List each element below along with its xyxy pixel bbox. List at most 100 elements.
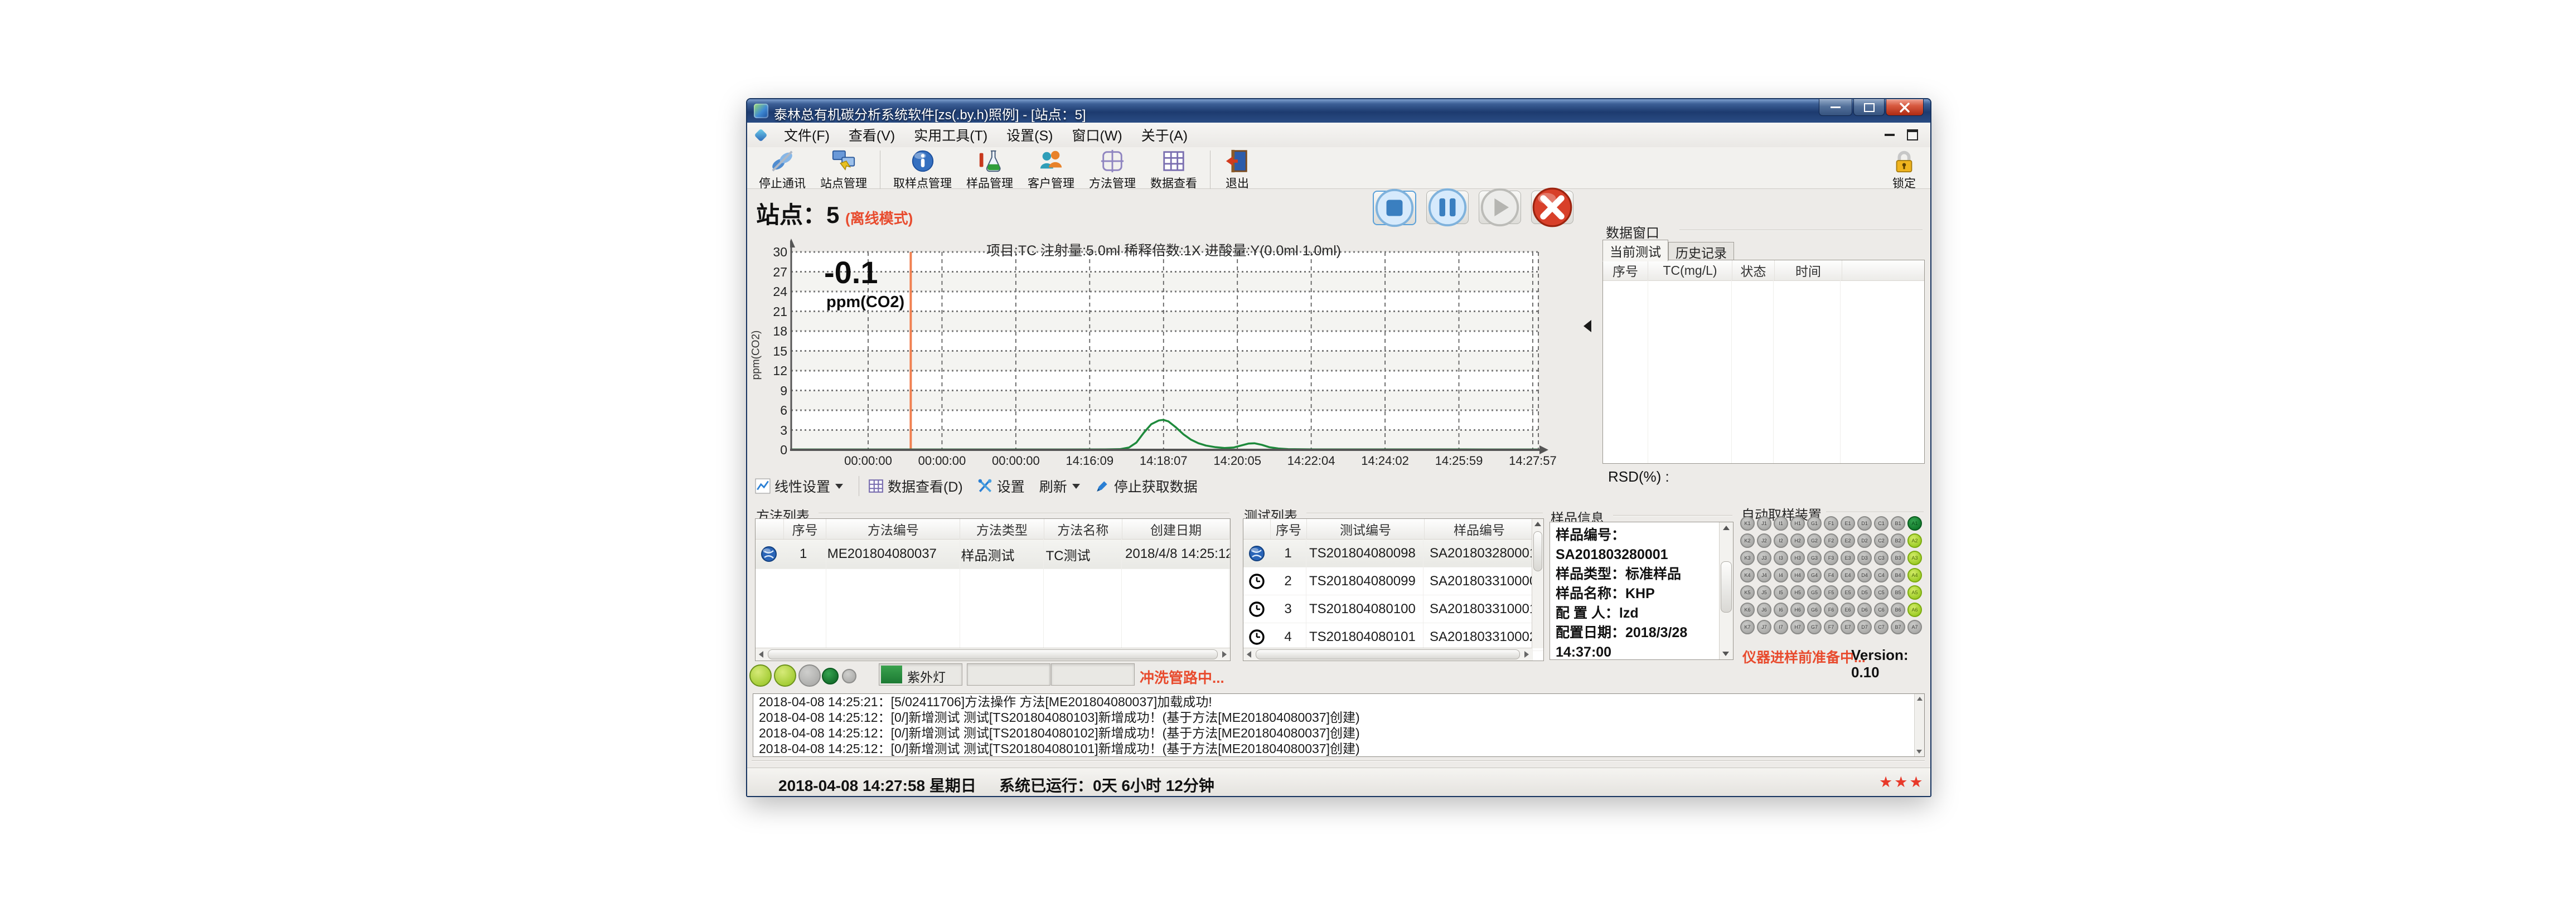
tab-history[interactable]: 历史记录 <box>1668 242 1734 261</box>
pause-button[interactable] <box>1426 191 1469 224</box>
sampler-well-F6[interactable]: F6 <box>1824 603 1838 617</box>
scroll-thumb[interactable] <box>768 649 1218 659</box>
sample-info-scrollbar[interactable] <box>1719 522 1733 659</box>
toolbar-停止通讯[interactable]: 停止通讯 <box>752 148 813 191</box>
collapse-panel-arrow[interactable] <box>1584 320 1591 332</box>
sampler-well-J2[interactable]: J2 <box>1757 533 1771 548</box>
close-button[interactable] <box>1886 99 1924 116</box>
sampler-well-J1[interactable]: J1 <box>1757 516 1771 531</box>
sampler-well-G6[interactable]: G6 <box>1807 603 1822 617</box>
sampler-well-K2[interactable]: K2 <box>1740 533 1755 548</box>
sampler-well-A3[interactable]: A3 <box>1907 551 1922 565</box>
sampler-well-E5[interactable]: E5 <box>1841 585 1855 600</box>
minimize-button[interactable] <box>1819 99 1852 116</box>
sampler-well-A5[interactable]: A5 <box>1907 585 1922 600</box>
sampler-well-B7[interactable]: B7 <box>1891 620 1905 634</box>
sampler-well-F1[interactable]: F1 <box>1824 516 1838 531</box>
sampler-well-C5[interactable]: C5 <box>1874 585 1889 600</box>
sampler-well-A2[interactable]: A2 <box>1907 533 1922 548</box>
sampler-well-G4[interactable]: G4 <box>1807 568 1822 582</box>
toolbar-客户管理[interactable]: 客户管理 <box>1020 148 1082 191</box>
sampler-well-F7[interactable]: F7 <box>1824 620 1838 634</box>
sampler-well-K7[interactable]: K7 <box>1740 620 1755 634</box>
sampler-well-F3[interactable]: F3 <box>1824 551 1838 565</box>
table-row[interactable]: 4TS201804080101SA201803310002 <box>1243 623 1543 651</box>
horizontal-scrollbar[interactable] <box>756 648 1230 661</box>
sampler-well-D3[interactable]: D3 <box>1857 551 1872 565</box>
sampler-well-B6[interactable]: B6 <box>1891 603 1905 617</box>
chart-toolbar-数据查看(D)[interactable]: 数据查看(D) <box>868 476 963 496</box>
sampler-well-I2[interactable]: I2 <box>1774 533 1788 548</box>
sampler-well-C2[interactable]: C2 <box>1874 533 1889 548</box>
sampler-well-H7[interactable]: H7 <box>1790 620 1805 634</box>
sampler-well-C7[interactable]: C7 <box>1874 620 1889 634</box>
play-button[interactable] <box>1479 191 1521 224</box>
scroll-thumb[interactable] <box>1533 531 1542 571</box>
sampler-well-I3[interactable]: I3 <box>1774 551 1788 565</box>
sampler-well-K5[interactable]: K5 <box>1740 585 1755 600</box>
menu-item-文件(F)[interactable]: 文件(F) <box>774 122 839 148</box>
menu-item-设置(S)[interactable]: 设置(S) <box>997 122 1062 148</box>
sampler-well-I4[interactable]: I4 <box>1774 568 1788 582</box>
sampler-well-G3[interactable]: G3 <box>1807 551 1822 565</box>
sampler-well-J7[interactable]: J7 <box>1757 620 1771 634</box>
sampler-well-K4[interactable]: K4 <box>1740 568 1755 582</box>
chart-toolbar-线性设置[interactable]: 线性设置 <box>755 476 843 496</box>
mdi-minimize-button[interactable] <box>1885 134 1895 136</box>
sampler-well-E7[interactable]: E7 <box>1841 620 1855 634</box>
sampler-well-H6[interactable]: H6 <box>1790 603 1805 617</box>
sampler-well-A1[interactable]: A1 <box>1907 516 1922 531</box>
sampler-well-B4[interactable]: B4 <box>1891 568 1905 582</box>
menu-item-实用工具(T)[interactable]: 实用工具(T) <box>904 122 997 148</box>
sampler-well-B3[interactable]: B3 <box>1891 551 1905 565</box>
sampler-well-D6[interactable]: D6 <box>1857 603 1872 617</box>
sampler-well-A6[interactable]: A6 <box>1907 603 1922 617</box>
maximize-button[interactable] <box>1853 99 1885 116</box>
sampler-well-D7[interactable]: D7 <box>1857 620 1872 634</box>
chart-toolbar-设置[interactable]: 设置 <box>977 476 1025 496</box>
sampler-well-I5[interactable]: I5 <box>1774 585 1788 600</box>
toolbar-样品管理[interactable]: 样品管理 <box>959 148 1020 191</box>
sampler-well-J5[interactable]: J5 <box>1757 585 1771 600</box>
sampler-well-C1[interactable]: C1 <box>1874 516 1889 531</box>
sampler-well-J4[interactable]: J4 <box>1757 568 1771 582</box>
sampler-well-F2[interactable]: F2 <box>1824 533 1838 548</box>
abort-button[interactable] <box>1531 191 1573 224</box>
scroll-thumb[interactable] <box>1721 561 1732 613</box>
sampler-well-K1[interactable]: K1 <box>1740 516 1755 531</box>
sampler-well-G2[interactable]: G2 <box>1807 533 1822 548</box>
sampler-well-E4[interactable]: E4 <box>1841 568 1855 582</box>
chart-toolbar-刷新[interactable]: 刷新 <box>1039 476 1080 496</box>
sampler-well-B5[interactable]: B5 <box>1891 585 1905 600</box>
sampler-well-D5[interactable]: D5 <box>1857 585 1872 600</box>
menu-item-窗口(W)[interactable]: 窗口(W) <box>1063 122 1132 148</box>
sampler-well-G5[interactable]: G5 <box>1807 585 1822 600</box>
event-log[interactable]: 2018-04-08 14:25:21：[5/02411706]方法操作 方法[… <box>753 693 1925 757</box>
sampler-well-E2[interactable]: E2 <box>1841 533 1855 548</box>
sampler-well-J6[interactable]: J6 <box>1757 603 1771 617</box>
sampler-well-H1[interactable]: H1 <box>1790 516 1805 531</box>
sampler-well-B2[interactable]: B2 <box>1891 533 1905 548</box>
sampler-well-I6[interactable]: I6 <box>1774 603 1788 617</box>
sampler-well-I7[interactable]: I7 <box>1774 620 1788 634</box>
tab-current-test[interactable]: 当前测试 <box>1602 240 1668 261</box>
menu-item-查看(V)[interactable]: 查看(V) <box>839 122 904 148</box>
menu-item-关于(A)[interactable]: 关于(A) <box>1132 122 1197 148</box>
sampler-well-K6[interactable]: K6 <box>1740 603 1755 617</box>
scroll-thumb[interactable] <box>1256 649 1520 659</box>
sampler-well-C3[interactable]: C3 <box>1874 551 1889 565</box>
sampler-well-D1[interactable]: D1 <box>1857 516 1872 531</box>
sampler-well-H5[interactable]: H5 <box>1790 585 1805 600</box>
sampler-well-G1[interactable]: G1 <box>1807 516 1822 531</box>
toolbar-取样点管理[interactable]: 取样点管理 <box>886 148 959 191</box>
sampler-well-B1[interactable]: B1 <box>1891 516 1905 531</box>
toolbar-退出[interactable]: 退出 <box>1216 148 1258 191</box>
stop-button[interactable] <box>1373 191 1416 225</box>
vertical-scrollbar[interactable] <box>1532 519 1543 648</box>
sampler-well-E1[interactable]: E1 <box>1841 516 1855 531</box>
sampler-well-D2[interactable]: D2 <box>1857 533 1872 548</box>
table-row[interactable]: 1TS201804080098SA201803280001 <box>1243 540 1543 567</box>
sampler-well-I1[interactable]: I1 <box>1774 516 1788 531</box>
sampler-well-A4[interactable]: A4 <box>1907 568 1922 582</box>
test-list-table[interactable]: 序号测试编号样品编号1TS201804080098SA2018032800012… <box>1243 518 1544 661</box>
